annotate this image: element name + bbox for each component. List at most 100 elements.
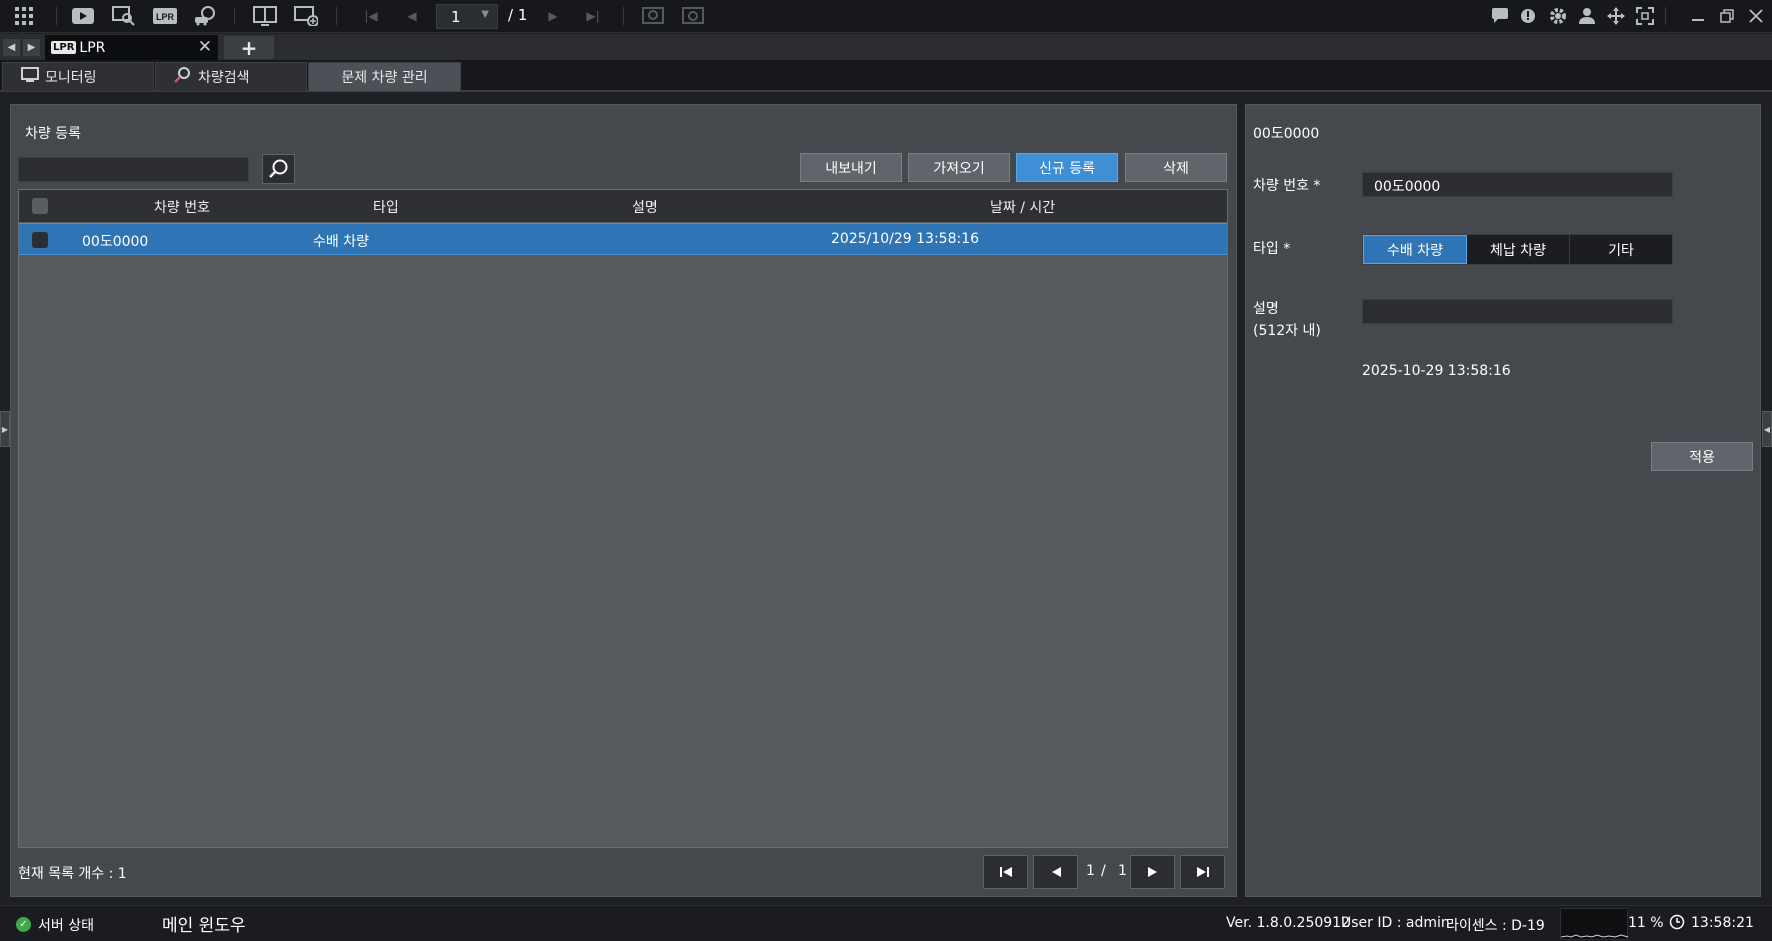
toolbar-separator — [336, 7, 337, 25]
left-collapse-handle[interactable]: ▶ — [0, 411, 10, 447]
vehicle-registration-panel: 차량 등록 내보내기 가져오기 신규 등록 삭제 차량 번호 타입 설명 날짜 … — [10, 104, 1237, 897]
type-option-arrears[interactable]: 체납 차량 — [1467, 235, 1570, 264]
last-page-button[interactable] — [1180, 855, 1225, 889]
column-description[interactable]: 설명 — [632, 197, 658, 217]
next-page-icon[interactable]: ▶ — [540, 5, 566, 27]
toolbar-separator — [56, 7, 57, 25]
right-collapse-handle[interactable]: ◀ — [1762, 411, 1772, 447]
export-button[interactable]: 내보내기 — [800, 153, 902, 182]
type-option-wanted[interactable]: 수배 차량 — [1363, 235, 1467, 264]
tab-scroll-left-icon[interactable]: ◀ — [3, 39, 20, 56]
tab-monitoring-label: 모니터링 — [45, 70, 97, 86]
vehicle-camera-icon[interactable] — [192, 5, 218, 27]
vehicle-detail-panel: 00도0000 차량 번호 * 00도0000 타입 * 수배 차량 체납 차량… — [1245, 104, 1761, 897]
table-row[interactable]: 00도0000 수배 차량 2025/10/29 13:58:16 — [19, 223, 1227, 255]
schedule-screen-icon[interactable] — [680, 5, 706, 27]
prev-page-icon — [1051, 867, 1061, 877]
column-type[interactable]: 타입 — [373, 197, 399, 217]
restore-icon[interactable] — [1714, 5, 1740, 27]
type-selector: 수배 차량 체납 차량 기타 — [1362, 234, 1673, 265]
next-page-button[interactable] — [1130, 855, 1175, 889]
delete-button[interactable]: 삭제 — [1125, 153, 1227, 182]
lpr-icon[interactable]: LPR — [152, 5, 178, 27]
lpr-badge-icon: LPR — [51, 41, 77, 54]
detail-header: 00도0000 — [1253, 126, 1320, 142]
toolbar-separator — [234, 7, 235, 25]
chevron-down-icon: ▼ — [481, 9, 489, 20]
video-search-icon[interactable] — [111, 5, 137, 27]
chat-icon[interactable] — [1487, 5, 1513, 27]
module-tabs: 모니터링 차량검색 문제 차량 관리 — [0, 60, 1772, 92]
last-page-icon[interactable]: ▶| — [580, 5, 606, 27]
cell-plate: 00도0000 — [82, 234, 149, 250]
search-icon — [268, 159, 287, 178]
type-label: 타입 * — [1253, 241, 1291, 257]
user-icon[interactable] — [1574, 5, 1600, 27]
column-plate[interactable]: 차량 번호 — [154, 197, 210, 217]
cpu-usage-graph — [1560, 908, 1629, 940]
add-tab-button[interactable]: + — [224, 36, 274, 60]
description-label: 설명 — [1253, 301, 1279, 317]
page-current: 1 — [451, 8, 461, 26]
list-count: 현재 목록 개수 : 1 — [18, 866, 127, 882]
version-text: Ver. 1.8.0.250912 — [1226, 915, 1350, 931]
layout-split-icon[interactable] — [252, 5, 278, 27]
svg-text:LPR: LPR — [156, 12, 175, 22]
clock-icon — [1669, 914, 1685, 934]
server-status[interactable]: 서버 상태 — [38, 915, 94, 935]
page-selector[interactable]: 1 ▼ — [436, 4, 498, 29]
cell-type: 수배 차량 — [313, 234, 369, 250]
tab-monitoring[interactable]: 모니터링 — [2, 62, 154, 92]
search-button[interactable] — [262, 154, 295, 184]
search-car-icon — [174, 66, 192, 88]
plate-label: 차량 번호 * — [1253, 178, 1321, 194]
first-page-icon[interactable]: |◀ — [358, 5, 384, 27]
search-input[interactable] — [18, 157, 249, 182]
top-toolbar: LPR |◀ ◀ 1 ▼ / 1 ▶ ▶| — [0, 0, 1772, 33]
tab-vehicle-search-label: 차량검색 — [198, 70, 250, 86]
select-all-checkbox[interactable] — [32, 198, 48, 214]
grid-menu-icon[interactable] — [11, 5, 37, 27]
close-window-icon[interactable] — [1743, 5, 1769, 27]
tab-problem-vehicle-management[interactable]: 문제 차량 관리 — [308, 62, 461, 92]
tab-vehicle-search[interactable]: 차량검색 — [155, 62, 307, 92]
minimize-icon[interactable] — [1685, 5, 1711, 27]
first-page-button[interactable] — [983, 855, 1028, 889]
user-id-text: User ID : admin — [1341, 915, 1450, 931]
type-option-other[interactable]: 기타 — [1570, 235, 1672, 264]
monitor-icon — [21, 67, 39, 87]
server-ok-icon: ✓ — [16, 917, 31, 932]
cpu-percent: 11 % — [1628, 915, 1664, 931]
new-registration-button[interactable]: 신규 등록 — [1016, 153, 1118, 182]
play-icon[interactable] — [70, 5, 96, 27]
row-checkbox[interactable] — [32, 232, 48, 248]
prev-page-button[interactable] — [1033, 855, 1078, 889]
tab-lpr[interactable]: LPR LPR ✕ — [45, 35, 218, 60]
prev-page-icon[interactable]: ◀ — [399, 5, 425, 27]
tab-scroll-right-icon[interactable]: ▶ — [23, 39, 40, 56]
tab-lpr-label: LPR — [79, 39, 106, 56]
apply-button[interactable]: 적용 — [1651, 442, 1753, 471]
gear-icon[interactable] — [1545, 5, 1571, 27]
clock-time: 13:58:21 — [1691, 915, 1754, 931]
document-tab-strip: ◀ ▶ LPR LPR ✕ + — [0, 34, 1772, 60]
close-icon[interactable]: ✕ — [198, 37, 212, 57]
import-button[interactable]: 가져오기 — [908, 153, 1010, 182]
fullscreen-icon[interactable] — [1632, 5, 1658, 27]
column-datetime[interactable]: 날짜 / 시간 — [990, 197, 1055, 217]
toolbar-separator — [1665, 7, 1666, 25]
last-page-icon — [1196, 867, 1209, 877]
pager-current: 1 — [1086, 863, 1095, 879]
pager-total: 1 — [1118, 863, 1127, 879]
panel-title: 차량 등록 — [25, 126, 81, 142]
description-field[interactable] — [1362, 299, 1673, 324]
plate-field[interactable]: 00도0000 — [1362, 172, 1673, 197]
pager-separator: / — [1101, 863, 1106, 879]
license-text: 라이센스 : D-19 — [1446, 918, 1545, 934]
move-icon[interactable] — [1603, 5, 1629, 27]
vehicle-table: 차량 번호 타입 설명 날짜 / 시간 00도0000 수배 차량 2025/1… — [18, 189, 1228, 848]
refresh-screen-icon[interactable] — [640, 5, 666, 27]
next-page-icon — [1147, 867, 1157, 877]
add-monitor-icon[interactable] — [293, 5, 319, 27]
lock-icon[interactable] — [1515, 5, 1541, 27]
